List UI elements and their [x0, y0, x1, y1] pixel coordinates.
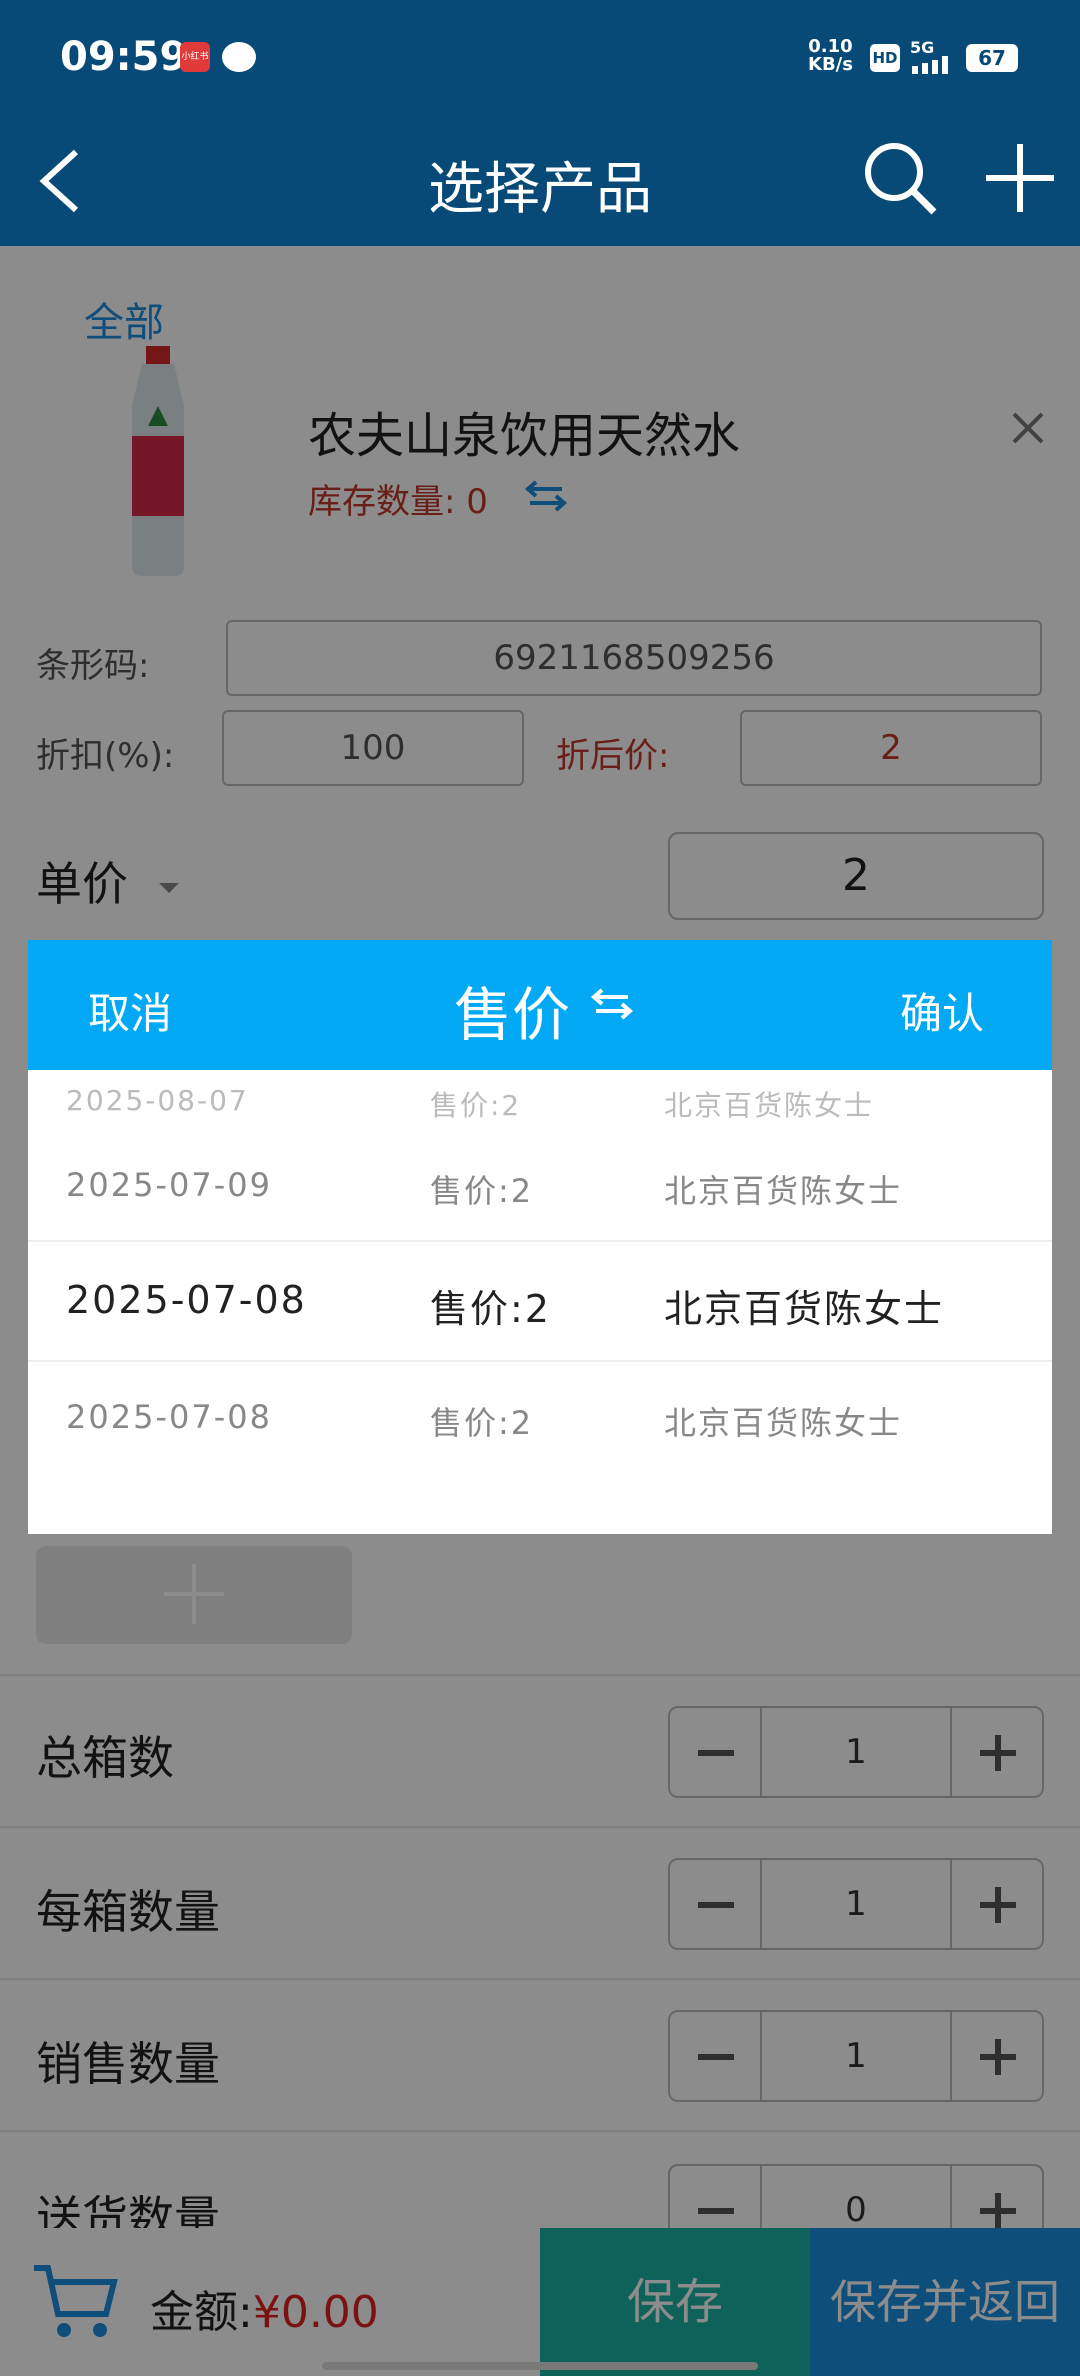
row-date: 2025-07-09	[66, 1166, 272, 1204]
row-price: 售价:2	[430, 1089, 522, 1122]
cancel-button[interactable]: 取消	[88, 980, 172, 1041]
status-bar: 09:59 小红书 0.10 KB/s HD 5G 67	[0, 0, 1080, 118]
picker-divider	[28, 1360, 1052, 1362]
row-price: 售价:2	[430, 1172, 534, 1210]
row-price: 售价:2	[430, 1404, 534, 1442]
plus-icon[interactable]	[980, 138, 1060, 218]
hd-icon: HD	[870, 44, 900, 72]
row-date: 2025-07-08	[66, 1398, 272, 1436]
app-bar: 选择产品	[0, 118, 1080, 246]
picker-header: 取消 售价 确认	[28, 940, 1052, 1070]
price-picker-dialog: 取消 售价 确认 2025-08-07 售价:2 北京百货陈女士 2025-07…	[28, 940, 1052, 1534]
confirm-button[interactable]: 确认	[900, 980, 984, 1041]
network-type: 5G	[910, 38, 935, 57]
xiaohongshu-icon: 小红书	[180, 42, 210, 72]
row-customer: 北京百货陈女士	[664, 1287, 945, 1331]
row-customer: 北京百货陈女士	[664, 1404, 903, 1442]
swap-icon[interactable]	[590, 984, 634, 1024]
network-speed-unit: KB/s	[808, 54, 853, 75]
row-customer: 北京百货陈女士	[664, 1089, 875, 1122]
chat-bubble-icon	[222, 42, 256, 72]
row-customer: 北京百货陈女士	[664, 1172, 903, 1210]
battery-icon: 67	[966, 44, 1018, 72]
row-price: 售价:2	[430, 1287, 551, 1331]
row-date: 2025-08-07	[66, 1084, 249, 1117]
picker-title: 售价	[454, 981, 571, 1049]
status-time: 09:59	[60, 34, 188, 80]
network-speed: 0.10 KB/s	[808, 38, 853, 74]
search-icon[interactable]	[860, 138, 940, 218]
signal-icon	[912, 56, 948, 74]
row-date: 2025-07-08	[66, 1278, 307, 1322]
picker-divider	[28, 1240, 1052, 1242]
